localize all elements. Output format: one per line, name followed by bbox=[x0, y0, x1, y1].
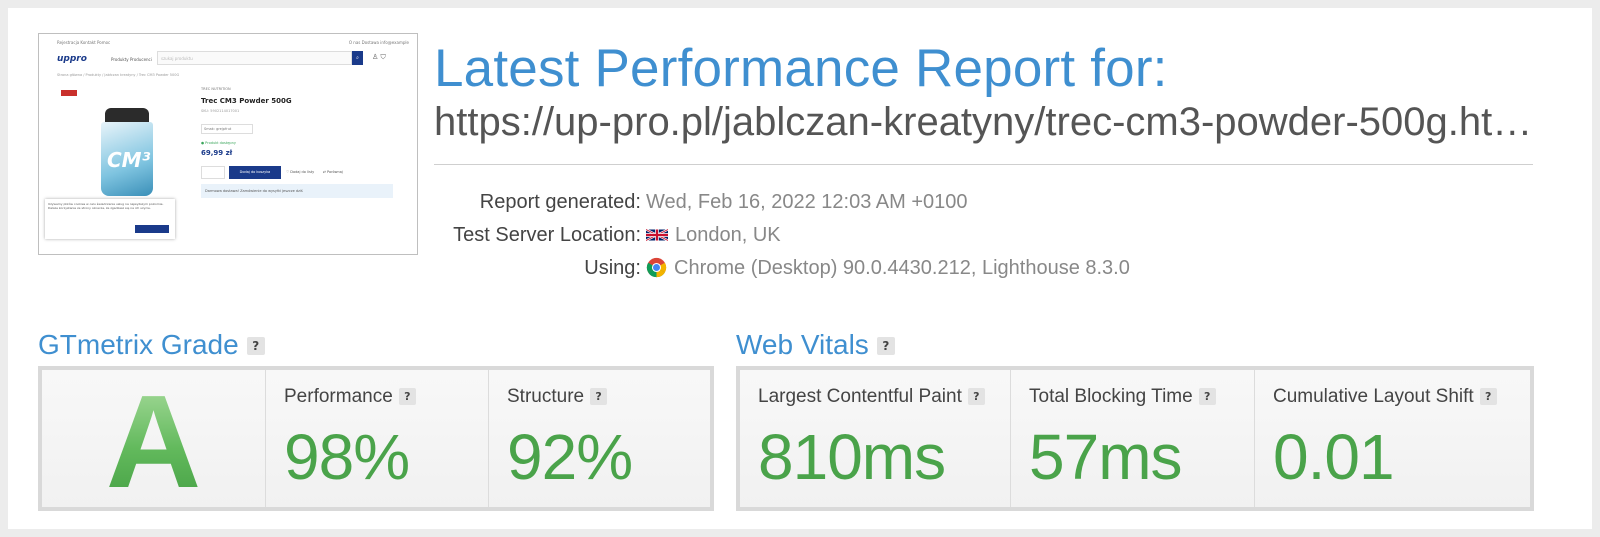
thumb-topbar: Rejestracja Kontakt Pomoc bbox=[57, 40, 111, 45]
performance-heading: Performance? bbox=[284, 386, 416, 408]
lcp-box: Largest Contentful Paint? 810ms bbox=[740, 370, 1011, 507]
structure-value: 92% bbox=[507, 421, 633, 493]
tbt-box: Total Blocking Time? 57ms bbox=[1011, 370, 1255, 507]
help-icon[interactable]: ? bbox=[246, 337, 265, 355]
report-card: Rejestracja Kontakt Pomoc O nas Dostawa … bbox=[8, 8, 1592, 529]
chrome-icon bbox=[646, 257, 667, 278]
web-vitals-title: Web Vitals bbox=[736, 329, 869, 360]
structure-label: Structure bbox=[507, 386, 585, 407]
help-icon[interactable]: ? bbox=[876, 337, 895, 355]
thumb-topbar-right: O nas Dostawa info@example bbox=[348, 40, 409, 45]
thumb-compare: ⇄ Porównaj bbox=[323, 170, 343, 174]
thumb-breadcrumb: Strona główna / Produkty / Jabłczan krea… bbox=[57, 73, 180, 77]
gtmetrix-grade-heading: GTmetrix Grade? bbox=[38, 329, 265, 361]
using-value: Chrome (Desktop) 90.0.4430.212, Lighthou… bbox=[674, 257, 1130, 279]
grade-box: A bbox=[42, 368, 266, 515]
lcp-label: Largest Contentful Paint bbox=[758, 386, 962, 407]
meta-row-generated: Report generated: Wed, Feb 16, 2022 12:0… bbox=[434, 191, 1234, 224]
report-title: Latest Performance Report for: bbox=[434, 39, 1168, 98]
thumb-cookie-accept bbox=[135, 225, 169, 233]
help-icon[interactable]: ? bbox=[398, 388, 416, 405]
grade-value: A bbox=[105, 368, 202, 515]
lcp-value: 810ms bbox=[758, 421, 946, 493]
thumb-nav: Produkty Producenci bbox=[111, 57, 152, 62]
thumb-cart-icon: ♙ ⛉ bbox=[372, 53, 386, 61]
cls-box: Cumulative Layout Shift? 0.01 bbox=[1255, 370, 1530, 507]
thumb-wishlist: ♡ Dodaj do listy bbox=[286, 170, 315, 174]
thumb-info-bar: Darmowa dostawa! Zamówienie do wysyłki j… bbox=[201, 184, 393, 198]
report-generated-value: Wed, Feb 16, 2022 12:03 AM +0100 bbox=[646, 191, 968, 213]
server-location-value: London, UK bbox=[675, 224, 781, 246]
thumb-brand: TREC NUTRITION bbox=[201, 87, 231, 91]
thumb-cookie-popup: Używamy plików cookies w celu świadczeni… bbox=[45, 199, 175, 239]
help-icon[interactable]: ? bbox=[1479, 388, 1497, 405]
thumb-price: 69,99 zł bbox=[201, 149, 233, 157]
cls-value: 0.01 bbox=[1273, 421, 1395, 493]
help-icon[interactable]: ? bbox=[590, 388, 608, 405]
performance-value: 98% bbox=[284, 421, 410, 493]
thumb-variant-select: Smak: grejpfrut bbox=[201, 124, 253, 134]
thumb-product-title: Trec CM3 Powder 500G bbox=[201, 97, 292, 105]
thumb-sale-badge bbox=[61, 90, 77, 96]
thumb-product-image: CM³ bbox=[101, 108, 153, 196]
server-location-label: Test Server Location: bbox=[453, 224, 641, 246]
performance-box: Performance? 98% bbox=[266, 370, 489, 507]
thumb-add-to-cart: Dodaj do koszyka bbox=[229, 166, 281, 179]
cls-label: Cumulative Layout Shift bbox=[1273, 386, 1474, 407]
report-meta: Report generated: Wed, Feb 16, 2022 12:0… bbox=[434, 191, 1234, 290]
cls-heading: Cumulative Layout Shift? bbox=[1273, 386, 1497, 408]
meta-row-location: Test Server Location: London, UK bbox=[434, 224, 1234, 257]
help-icon[interactable]: ? bbox=[967, 388, 985, 405]
divider bbox=[434, 164, 1533, 165]
thumb-quantity bbox=[201, 166, 225, 179]
tbt-heading: Total Blocking Time? bbox=[1029, 386, 1216, 408]
tbt-value: 57ms bbox=[1029, 421, 1182, 493]
meta-row-using: Using: Chrome (Desktop) 90.0.4430.212, L… bbox=[434, 257, 1234, 290]
thumb-logo: uppro bbox=[57, 54, 87, 64]
uk-flag-icon bbox=[646, 228, 668, 242]
report-generated-label: Report generated: bbox=[479, 191, 641, 213]
web-vitals-heading: Web Vitals? bbox=[736, 329, 895, 361]
help-icon[interactable]: ? bbox=[1198, 388, 1216, 405]
web-vitals-panel: Largest Contentful Paint? 810ms Total Bl… bbox=[736, 366, 1534, 511]
tbt-label: Total Blocking Time bbox=[1029, 386, 1193, 407]
report-url[interactable]: https://up-pro.pl/jablczan-kreatyny/trec… bbox=[434, 100, 1534, 145]
lcp-heading: Largest Contentful Paint? bbox=[758, 386, 985, 408]
gtmetrix-grade-panel: A Performance? 98% Structure? 92% bbox=[38, 366, 714, 515]
using-label: Using: bbox=[584, 257, 641, 279]
performance-label: Performance bbox=[284, 386, 393, 407]
page-screenshot-thumbnail[interactable]: Rejestracja Kontakt Pomoc O nas Dostawa … bbox=[38, 33, 418, 255]
browser-info: Chrome (Desktop) 90.0.4430.212, Lighthou… bbox=[646, 257, 1130, 280]
server-location: London, UK bbox=[646, 224, 781, 247]
thumb-cookie-text: Używamy plików cookies w celu świadczeni… bbox=[48, 202, 164, 210]
thumb-availability: ● Produkt dostępny bbox=[201, 141, 236, 145]
grade-letter: A bbox=[42, 368, 265, 515]
thumb-sku: SKU: 5902114017001 bbox=[201, 109, 240, 113]
thumb-search-icon: ⌕ bbox=[352, 51, 363, 65]
thumb-search: szukaj produktu bbox=[157, 51, 352, 65]
structure-box: Structure? 92% bbox=[489, 370, 710, 507]
structure-heading: Structure? bbox=[507, 386, 608, 408]
gtmetrix-grade-title: GTmetrix Grade bbox=[38, 329, 239, 360]
